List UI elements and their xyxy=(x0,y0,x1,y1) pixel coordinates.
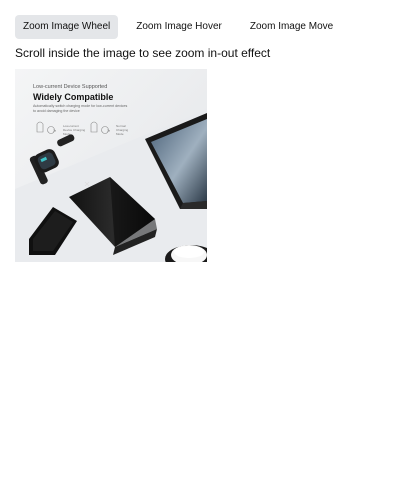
step2-timer: 3s xyxy=(107,129,111,133)
image-body-line2: to avoid damaging the device xyxy=(33,109,80,113)
tab-zoom-image-hover[interactable]: Zoom Image Hover xyxy=(126,15,232,39)
zoomable-product-image[interactable]: Low-current Device Supported Widely Comp… xyxy=(15,69,207,262)
image-headline: Widely Compatible xyxy=(33,92,113,102)
zoom-mode-tabs: Zoom Image Wheel Zoom Image Hover Zoom I… xyxy=(15,15,343,39)
tab-zoom-image-wheel[interactable]: Zoom Image Wheel xyxy=(15,15,119,39)
step1-timer: 3s xyxy=(53,129,57,133)
product-photo: Low-current Device Supported Widely Comp… xyxy=(15,69,207,262)
step2-line3: Mode xyxy=(116,132,124,136)
instruction-text: Scroll inside the image to see zoom in-o… xyxy=(15,46,271,60)
tab-zoom-image-move[interactable]: Zoom Image Move xyxy=(240,15,343,39)
image-eyebrow: Low-current Device Supported xyxy=(33,84,107,90)
image-body-line1: Automatically switch charging mode for l… xyxy=(33,104,127,108)
